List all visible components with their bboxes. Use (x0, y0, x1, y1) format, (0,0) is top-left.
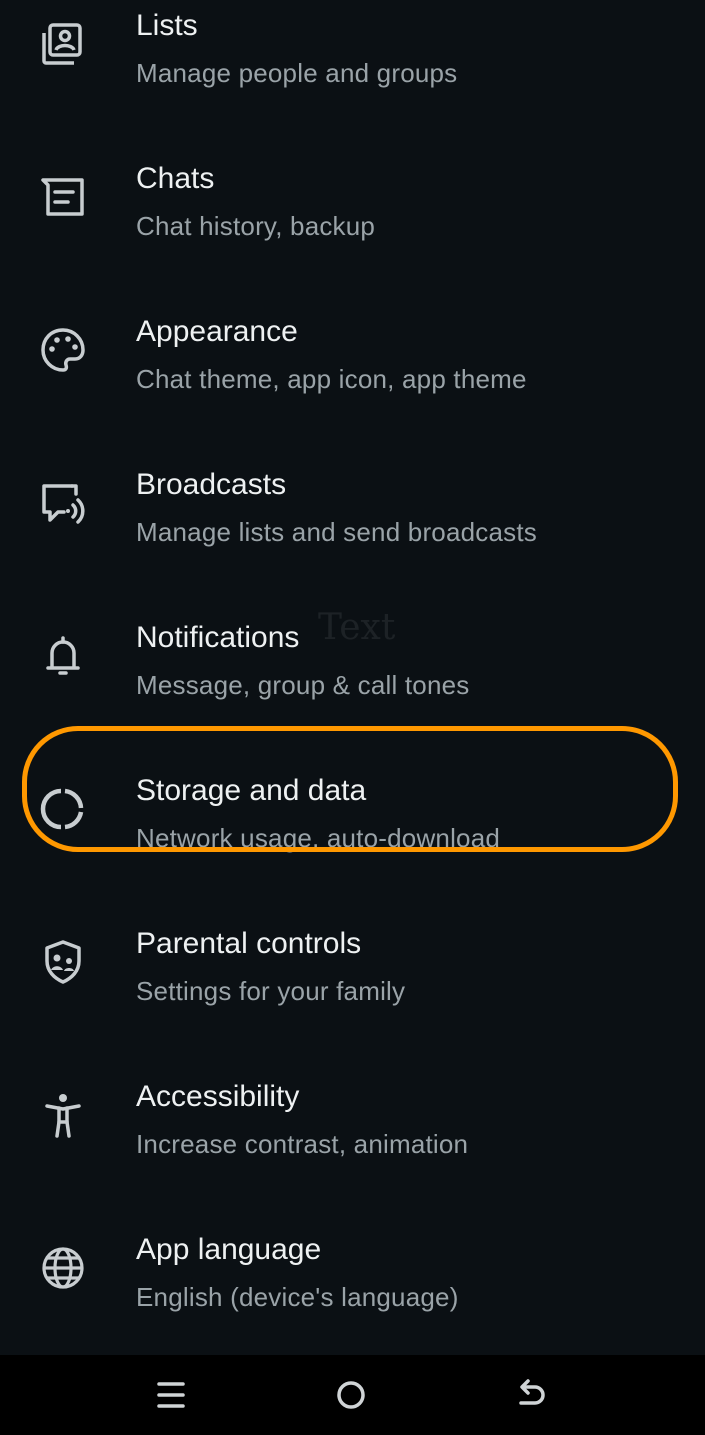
settings-item-accessibility[interactable]: Accessibility Increase contrast, animati… (0, 1034, 705, 1187)
system-navigation-bar (0, 1355, 705, 1435)
settings-item-subtitle: Manage people and groups (136, 58, 458, 88)
broadcast-icon (38, 478, 88, 528)
settings-item-title: Appearance (136, 315, 298, 348)
settings-item-chats[interactable]: Chats Chat history, backup (0, 116, 705, 269)
settings-item-subtitle: Message, group & call tones (136, 670, 470, 700)
settings-item-title: Broadcasts (136, 468, 287, 501)
back-icon[interactable] (509, 1373, 553, 1417)
settings-item-subtitle: English (device's language) (136, 1282, 459, 1312)
settings-item-title: Notifications (136, 621, 300, 654)
settings-item-title: Lists (136, 9, 198, 42)
settings-item-title: App language (136, 1233, 322, 1266)
settings-list: Lists Manage people and groups Chats Cha… (0, 0, 705, 1355)
chat-icon (38, 172, 88, 222)
shield-family-icon (38, 937, 88, 987)
settings-item-lists[interactable]: Lists Manage people and groups (0, 0, 705, 116)
settings-item-notifications[interactable]: Notifications Message, group & call tone… (0, 575, 705, 728)
lists-icon (38, 19, 88, 69)
settings-item-subtitle: Settings for your family (136, 976, 406, 1006)
settings-item-title: Chats (136, 162, 215, 195)
settings-item-subtitle: Increase contrast, animation (136, 1129, 469, 1159)
menu-icon[interactable] (149, 1373, 193, 1417)
settings-item-subtitle: Chat theme, app icon, app theme (136, 364, 527, 394)
settings-item-appearance[interactable]: Appearance Chat theme, app icon, app the… (0, 269, 705, 422)
settings-item-title: Parental controls (136, 927, 362, 960)
accessibility-icon (38, 1090, 88, 1140)
home-icon[interactable] (329, 1373, 373, 1417)
highlight-outline (22, 726, 678, 852)
settings-item-broadcasts[interactable]: Broadcasts Manage lists and send broadca… (0, 422, 705, 575)
globe-icon (38, 1243, 88, 1293)
settings-item-subtitle: Manage lists and send broadcasts (136, 517, 537, 547)
settings-item-app-language[interactable]: App language English (device's language) (0, 1187, 705, 1340)
settings-item-title: Accessibility (136, 1080, 300, 1113)
overlay-text: Text (318, 607, 396, 648)
settings-item-parental-controls[interactable]: Parental controls Settings for your fami… (0, 881, 705, 1034)
palette-icon (38, 325, 88, 375)
bell-icon (38, 631, 88, 681)
settings-item-subtitle: Chat history, backup (136, 211, 376, 241)
